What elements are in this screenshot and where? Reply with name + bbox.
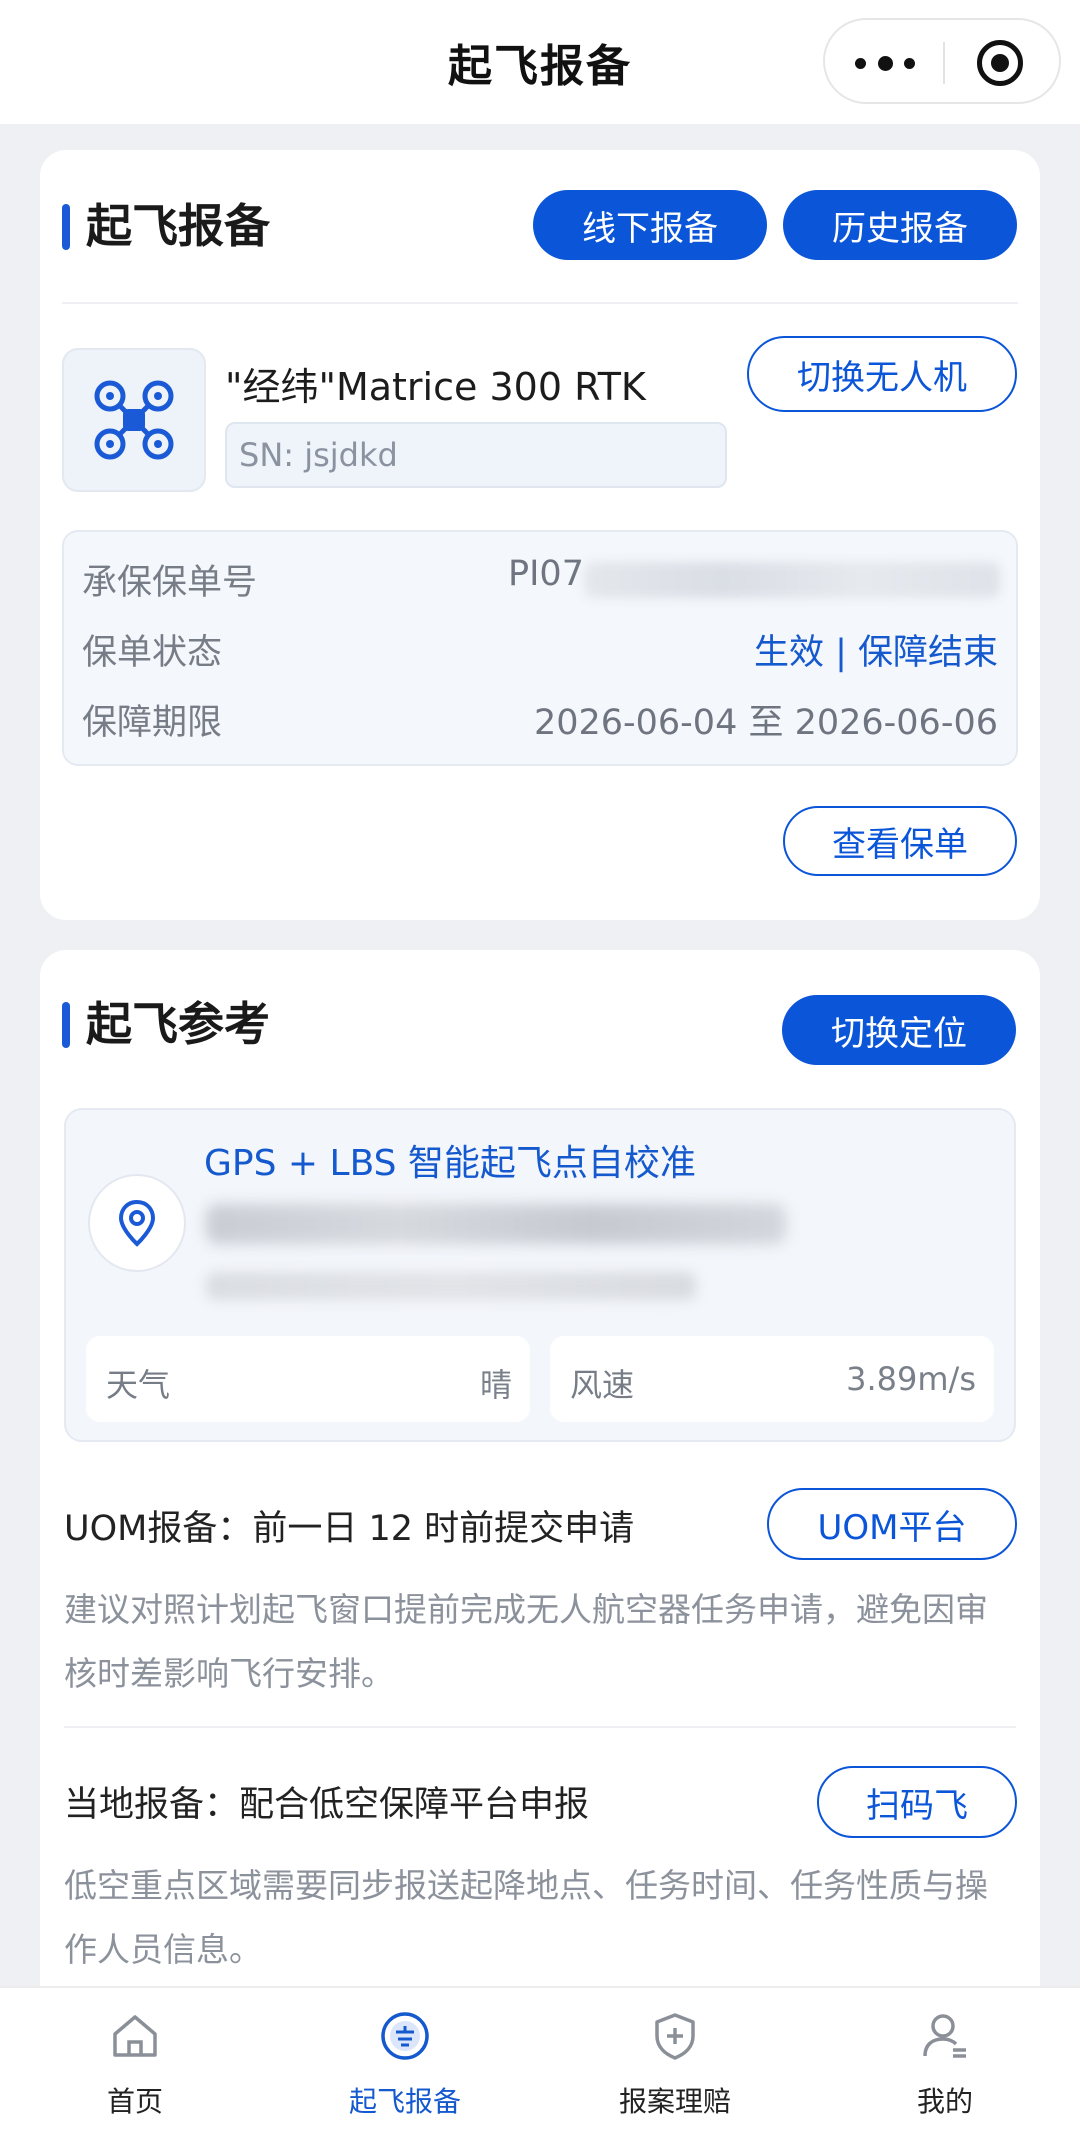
tab-claims-label: 报案理赔 <box>618 2085 731 2118</box>
tab-filing[interactable]: 起飞报备 <box>270 1988 540 2146</box>
policy-period-label: 保障期限 <box>82 703 223 743</box>
weather-card: 天气 晴 <box>86 1336 530 1422</box>
tab-home-label: 首页 <box>106 2085 163 2118</box>
policy-number-label: 承保保单号 <box>82 563 258 603</box>
drone-thumbnail <box>62 348 206 492</box>
drone-serial-number: SN: jsjdkd <box>225 422 727 488</box>
capsule-divider <box>943 42 945 84</box>
bottom-tab-bar: 首页 起飞报备 报案理赔 我的 <box>0 1986 1080 2146</box>
policy-period-row: 保障期限 2026-06-04 至 2026-06-06 <box>82 694 998 750</box>
drone-icon <box>94 380 174 460</box>
drone-model-name: "经纬"Matrice 300 RTK <box>225 365 646 409</box>
reference-card: 起飞参考 切换定位 GPS + LBS 智能起飞点自校准 天气 晴 风速 3.8… <box>40 950 1040 2146</box>
mini-program-capsule <box>823 18 1061 104</box>
location-box: GPS + LBS 智能起飞点自校准 天气 晴 风速 3.89m/s <box>64 1108 1016 1442</box>
divider <box>62 302 1018 304</box>
more-dots-icon[interactable] <box>855 20 915 106</box>
policy-number-row: 承保保单号 PI07 <box>82 554 1000 610</box>
uom-filing-description: 建议对照计划起飞窗口提前完成无人航空器任务申请，避免因审核时差影响飞行安排。 <box>64 1590 988 1693</box>
location-calibration-title: GPS + LBS 智能起飞点自校准 <box>204 1143 696 1184</box>
tab-filing-label: 起飞报备 <box>348 2085 461 2118</box>
local-filing-description: 低空重点区域需要同步报送起降地点、任务时间、任务性质与操作人员信息。 <box>64 1866 988 1969</box>
wind-speed-card: 风速 3.89m/s <box>550 1336 994 1422</box>
filing-card: 起飞报备 线下报备 历史报备 "经纬"Matrice 300 RTK SN: j… <box>40 150 1040 920</box>
coordinates-redacted <box>206 1272 696 1300</box>
view-policy-button[interactable]: 查看保单 <box>783 806 1017 876</box>
tab-home[interactable]: 首页 <box>0 1988 270 2146</box>
wind-speed-value: 3.89m/s <box>846 1360 976 1398</box>
wind-speed-label: 风速 <box>570 1366 635 1404</box>
location-icon-holder <box>88 1174 186 1272</box>
filing-section-title: 起飞报备 <box>62 198 270 254</box>
policy-number-redacted <box>584 562 1000 598</box>
target-circle-icon[interactable] <box>977 40 1023 86</box>
offline-filing-button[interactable]: 线下报备 <box>533 190 767 260</box>
uom-platform-button[interactable]: UOM平台 <box>767 1488 1017 1560</box>
reference-section-title: 起飞参考 <box>62 996 270 1052</box>
policy-status-row: 保单状态 生效 | 保障结束 <box>82 624 998 680</box>
policy-status-label: 保单状态 <box>82 633 223 673</box>
scan-to-fly-button[interactable]: 扫码飞 <box>817 1766 1017 1838</box>
shield-plus-icon <box>655 2013 695 2060</box>
weather-label: 天气 <box>106 1366 171 1404</box>
switch-drone-button[interactable]: 切换无人机 <box>747 336 1017 412</box>
policy-period-value: 2026-06-04 至 2026-06-06 <box>533 703 998 743</box>
policy-status-value: 生效 | 保障结束 <box>753 633 998 673</box>
tab-claims[interactable]: 报案理赔 <box>540 1988 810 2146</box>
history-filing-button[interactable]: 历史报备 <box>783 190 1017 260</box>
filing-icon <box>381 2012 429 2060</box>
policy-number-value: PI07 <box>508 554 584 594</box>
address-redacted <box>206 1204 786 1244</box>
tab-mine[interactable]: 我的 <box>810 1988 1080 2146</box>
local-filing-title: 当地报备：配合低空保障平台申报 <box>64 1785 590 1825</box>
divider <box>64 1726 1016 1728</box>
tab-mine-label: 我的 <box>916 2085 973 2118</box>
uom-filing-title: UOM报备：前一日 12 时前提交申请 <box>64 1509 635 1549</box>
home-icon <box>113 2015 157 2057</box>
nav-bar: 起飞报备 <box>0 0 1080 124</box>
switch-location-button[interactable]: 切换定位 <box>782 995 1016 1065</box>
weather-value: 晴 <box>479 1366 512 1404</box>
user-icon <box>923 2014 966 2058</box>
policy-info-box: 承保保单号 PI07 保单状态 生效 | 保障结束 保障期限 2026-06-0… <box>62 530 1018 766</box>
location-pin-icon <box>118 1199 156 1247</box>
